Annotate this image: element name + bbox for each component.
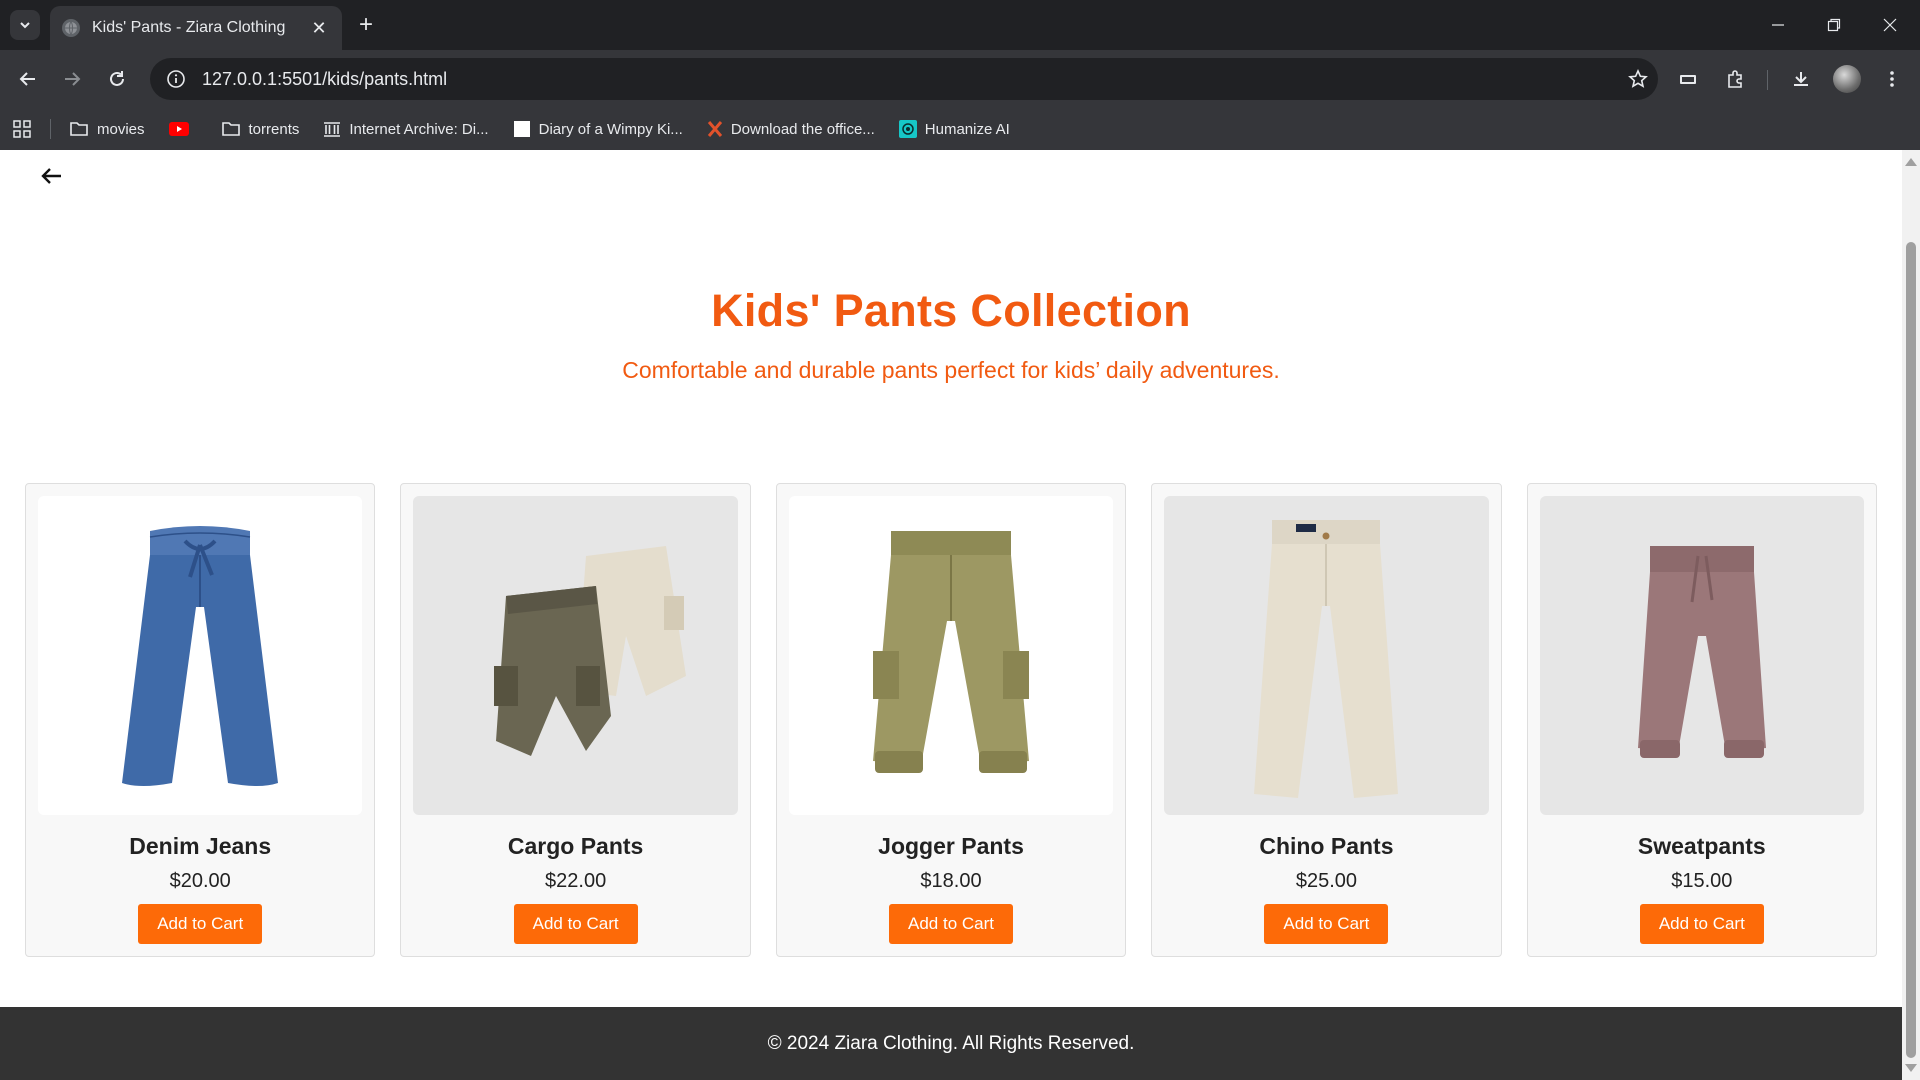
bookmark-movies[interactable]: movies bbox=[69, 120, 145, 138]
restore-button[interactable] bbox=[1806, 0, 1862, 50]
scroll-up-arrow-icon[interactable] bbox=[1905, 158, 1917, 166]
bookmark-label: movies bbox=[97, 120, 145, 138]
url-text: 127.0.0.1:5501/kids/pants.html bbox=[202, 68, 448, 89]
product-card: Sweatpants $15.00 Add to Cart bbox=[1526, 483, 1878, 957]
download-icon[interactable] bbox=[1785, 63, 1817, 95]
product-price: $22.00 bbox=[545, 870, 607, 892]
restore-icon bbox=[1827, 18, 1841, 32]
bookmarks-divider bbox=[50, 119, 51, 139]
page-subtitle: Comfortable and durable pants perfect fo… bbox=[622, 357, 1280, 383]
close-icon bbox=[1883, 18, 1897, 32]
minimize-icon bbox=[1772, 24, 1784, 26]
site-info-icon[interactable] bbox=[164, 67, 188, 91]
denim-jeans-image[interactable] bbox=[38, 496, 363, 815]
bookmark-label: Internet Archive: Di... bbox=[349, 120, 489, 138]
tab-close-icon[interactable]: ✕ bbox=[308, 17, 330, 39]
bookmark-label: Humanize AI bbox=[924, 120, 1010, 138]
scroll-thumb[interactable] bbox=[1906, 242, 1916, 1058]
kebab-menu-icon[interactable] bbox=[1876, 63, 1908, 95]
youtube-icon bbox=[168, 122, 189, 136]
forward-button[interactable] bbox=[56, 63, 88, 95]
bookmark-download-office[interactable]: Download the office... bbox=[707, 121, 875, 138]
reload-icon bbox=[110, 71, 124, 86]
add-to-cart-button[interactable]: Add to Cart bbox=[138, 904, 263, 944]
cargo-pants-image[interactable] bbox=[413, 496, 738, 815]
product-name: Denim Jeans bbox=[129, 833, 272, 859]
extensions-icon[interactable] bbox=[1719, 63, 1751, 95]
chino-pants-image[interactable] bbox=[1164, 496, 1489, 815]
footer-text: © 2024 Ziara Clothing. All Rights Reserv… bbox=[767, 1032, 1135, 1054]
bookmark-torrents[interactable]: torrents bbox=[221, 120, 300, 138]
reload-button[interactable] bbox=[101, 63, 133, 95]
toolbar-divider bbox=[1767, 70, 1768, 90]
product-name: Cargo Pants bbox=[507, 833, 644, 859]
page-scrollbar[interactable] bbox=[1902, 150, 1920, 1080]
bookmark-wimpy-kid[interactable]: Diary of a Wimpy Ki... bbox=[513, 120, 683, 138]
scroll-down-arrow-icon[interactable] bbox=[1905, 1064, 1917, 1072]
back-button[interactable] bbox=[12, 63, 44, 95]
bookmark-internet-archive[interactable]: Internet Archive: Di... bbox=[323, 120, 489, 138]
add-to-cart-button[interactable]: Add to Cart bbox=[1639, 904, 1764, 944]
page-viewport: Kids' Pants Collection Comfortable and d… bbox=[0, 150, 1902, 1080]
hero-section: Kids' Pants Collection Comfortable and d… bbox=[0, 285, 1902, 384]
tab-bar: Kids' Pants - Ziara Clothing ✕ + bbox=[0, 0, 1920, 50]
add-to-cart-button[interactable]: Add to Cart bbox=[513, 904, 638, 944]
x-logo-icon bbox=[707, 121, 723, 137]
bookmark-star-icon[interactable] bbox=[1618, 69, 1658, 89]
active-tab[interactable]: Kids' Pants - Ziara Clothing ✕ bbox=[50, 6, 342, 50]
product-name: Sweatpants bbox=[1637, 833, 1766, 859]
chevron-down-icon bbox=[20, 22, 30, 29]
add-to-cart-button[interactable]: Add to Cart bbox=[889, 904, 1014, 944]
folder-icon bbox=[69, 120, 89, 138]
arrow-left-icon bbox=[19, 72, 35, 86]
tab-search-button[interactable] bbox=[10, 10, 40, 40]
product-price: $15.00 bbox=[1671, 870, 1733, 892]
add-to-cart-button[interactable]: Add to Cart bbox=[1264, 904, 1389, 944]
back-link[interactable] bbox=[38, 162, 66, 190]
product-price: $20.00 bbox=[169, 870, 231, 892]
jogger-pants-image[interactable] bbox=[788, 496, 1114, 815]
page-icon bbox=[513, 120, 531, 138]
product-name: Jogger Pants bbox=[878, 833, 1024, 859]
tab-title: Kids' Pants - Ziara Clothing bbox=[92, 19, 286, 36]
bookmark-label: Download the office... bbox=[730, 120, 875, 138]
folder-icon bbox=[221, 120, 241, 138]
product-price: $25.00 bbox=[1295, 870, 1357, 892]
site-footer: © 2024 Ziara Clothing. All Rights Reserv… bbox=[0, 1007, 1902, 1080]
product-price: $18.00 bbox=[920, 870, 982, 892]
sweatpants-image[interactable] bbox=[1539, 496, 1865, 815]
product-card: Denim Jeans $20.00 Add to Cart bbox=[25, 483, 376, 957]
address-bar[interactable]: 127.0.0.1:5501/kids/pants.html bbox=[150, 58, 1658, 100]
page-title: Kids' Pants Collection bbox=[711, 285, 1191, 336]
cast-icon[interactable] bbox=[1672, 63, 1704, 95]
new-tab-button[interactable]: + bbox=[352, 11, 380, 39]
product-name: Chino Pants bbox=[1259, 833, 1394, 859]
product-card: Chino Pants $25.00 Add to Cart bbox=[1151, 483, 1502, 957]
globe-icon bbox=[62, 19, 80, 37]
bookmark-label: Diary of a Wimpy Ki... bbox=[538, 120, 683, 138]
arrow-right-icon bbox=[65, 72, 81, 86]
close-window-button[interactable] bbox=[1862, 0, 1918, 50]
humanize-icon bbox=[898, 120, 917, 138]
product-card: Jogger Pants $18.00 Add to Cart bbox=[775, 483, 1127, 957]
profile-avatar[interactable] bbox=[1833, 65, 1861, 93]
bookmarks-bar: movies torrents Internet Archive: Di... … bbox=[0, 108, 1920, 150]
arrow-left-icon bbox=[41, 168, 61, 184]
product-card: Cargo Pants $22.00 Add to Cart bbox=[400, 483, 751, 957]
apps-icon[interactable] bbox=[12, 119, 32, 139]
archive-icon bbox=[323, 120, 341, 138]
minimize-button[interactable] bbox=[1750, 0, 1806, 50]
bookmark-humanize-ai[interactable]: Humanize AI bbox=[898, 120, 1010, 138]
bookmark-youtube[interactable] bbox=[168, 122, 197, 136]
product-grid: Denim Jeans $20.00 Add to Cart Cargo Pan… bbox=[25, 483, 1878, 957]
browser-toolbar: 127.0.0.1:5501/kids/pants.html bbox=[0, 50, 1920, 108]
bookmark-label: torrents bbox=[248, 120, 300, 138]
